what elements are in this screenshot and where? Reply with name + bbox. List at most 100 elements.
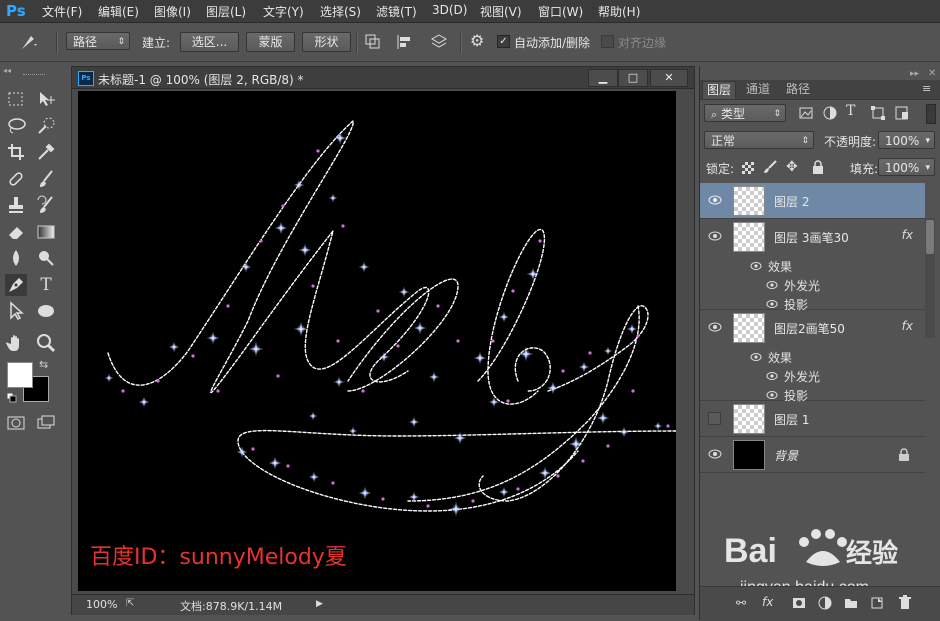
- adjustment-layer-icon[interactable]: [818, 596, 832, 610]
- filter-pixel-icon[interactable]: [798, 105, 814, 121]
- crop-tool-icon[interactable]: [5, 141, 27, 163]
- history-brush-tool-icon[interactable]: [35, 194, 57, 216]
- tab-channels[interactable]: 通道: [742, 81, 774, 98]
- pen-tool-preset-icon[interactable]: [18, 32, 40, 52]
- effect-outer-glow[interactable]: 外发光: [784, 277, 820, 294]
- make-mask-button[interactable]: 蒙版: [246, 32, 295, 52]
- layer-row-background[interactable]: 背景: [700, 437, 925, 473]
- panel-collapse-icon[interactable]: ▸▸: [910, 69, 919, 79]
- tab-paths[interactable]: 路径: [782, 81, 814, 98]
- lock-transparent-icon[interactable]: [742, 162, 754, 174]
- eye-icon[interactable]: [766, 279, 778, 289]
- eraser-tool-icon[interactable]: [5, 221, 27, 243]
- brush-tool-icon[interactable]: [35, 168, 57, 190]
- quick-selection-tool-icon[interactable]: [35, 115, 57, 137]
- menu-type[interactable]: 文字(Y): [263, 3, 304, 20]
- menu-filter[interactable]: 滤镜(T): [376, 3, 417, 20]
- pen-tool-icon[interactable]: [5, 274, 27, 296]
- layer-name[interactable]: 图层 2: [774, 193, 809, 210]
- eye-icon[interactable]: [708, 195, 722, 207]
- blur-tool-icon[interactable]: [5, 247, 27, 269]
- layer-row-layer-1[interactable]: 图层 1: [700, 401, 925, 437]
- layer-effects-badge[interactable]: fx: [902, 228, 913, 242]
- filter-shape-icon[interactable]: [870, 105, 886, 121]
- menu-window[interactable]: 窗口(W): [538, 3, 583, 20]
- eye-icon[interactable]: [766, 298, 778, 308]
- blend-mode-select[interactable]: 正常 ⇕: [704, 131, 814, 149]
- path-selection-tool-icon[interactable]: [5, 300, 27, 322]
- maximize-button[interactable]: □: [618, 69, 648, 87]
- new-layer-icon[interactable]: [870, 596, 884, 610]
- zoom-level[interactable]: 100%: [86, 598, 117, 611]
- layer-thumbnail[interactable]: [733, 222, 765, 252]
- zoom-tool-icon[interactable]: [35, 332, 57, 354]
- layer-name[interactable]: 图层2画笔50: [774, 320, 845, 337]
- menu-help[interactable]: 帮助(H): [598, 3, 640, 20]
- eye-icon[interactable]: [708, 231, 722, 243]
- gradient-tool-icon[interactable]: [35, 221, 57, 243]
- swap-colors-icon[interactable]: ⇆: [39, 358, 51, 371]
- eye-icon[interactable]: [750, 260, 762, 270]
- menu-file[interactable]: 文件(F): [42, 3, 82, 20]
- minimize-button[interactable]: ▁: [588, 69, 618, 87]
- document-title-bar[interactable]: Ps 未标题-1 @ 100% (图层 2, RGB/8) * ▁ □ ✕: [72, 67, 694, 89]
- foreground-color-swatch[interactable]: [7, 362, 33, 388]
- menu-edit[interactable]: 编辑(E): [98, 3, 139, 20]
- healing-brush-tool-icon[interactable]: [5, 168, 27, 190]
- screen-mode-icon[interactable]: [35, 412, 57, 434]
- marquee-tool-icon[interactable]: [5, 88, 27, 110]
- add-layer-style-icon[interactable]: fx: [762, 595, 778, 609]
- layer-thumbnail[interactable]: [733, 313, 765, 343]
- menu-layer[interactable]: 图层(L): [206, 3, 246, 20]
- layer-name[interactable]: 图层 1: [774, 411, 809, 428]
- tab-layers[interactable]: 图层: [702, 81, 737, 99]
- layers-scrollbar[interactable]: [925, 218, 935, 338]
- dodge-tool-icon[interactable]: [35, 247, 57, 269]
- clone-stamp-tool-icon[interactable]: [5, 194, 27, 216]
- filter-smart-object-icon[interactable]: [894, 105, 910, 121]
- layer-row-layer-3-brush30[interactable]: 图层 3画笔30 fx 效果 外发光 投影: [700, 219, 925, 312]
- move-tool-icon[interactable]: [35, 88, 57, 110]
- type-tool-icon[interactable]: T: [35, 274, 57, 296]
- lock-all-icon[interactable]: [810, 159, 826, 175]
- path-arrangement-icon[interactable]: [430, 33, 448, 51]
- eye-icon[interactable]: [750, 351, 762, 361]
- scrollbar-thumb[interactable]: [926, 220, 934, 254]
- panel-close-icon[interactable]: ✕: [928, 68, 936, 79]
- eye-icon[interactable]: [766, 370, 778, 380]
- path-alignment-icon[interactable]: [396, 33, 414, 51]
- hand-tool-icon[interactable]: [5, 332, 27, 354]
- menu-view[interactable]: 视图(V): [480, 3, 522, 20]
- status-menu-arrow-icon[interactable]: ▶: [316, 599, 326, 611]
- link-layers-icon[interactable]: ⚯: [736, 596, 752, 610]
- layer-thumbnail[interactable]: [733, 186, 765, 216]
- layer-row-layer2-brush50[interactable]: 图层2画笔50 fx 效果 外发光 投影: [700, 310, 925, 403]
- path-operations-icon[interactable]: [364, 33, 382, 51]
- menu-image[interactable]: 图像(I): [154, 3, 191, 20]
- opacity-input[interactable]: 100% ▾: [878, 131, 935, 149]
- layer-thumbnail[interactable]: [733, 440, 765, 470]
- eye-icon[interactable]: [766, 389, 778, 399]
- lasso-tool-icon[interactable]: [5, 115, 27, 137]
- mode-select[interactable]: 路径 ⇕: [66, 32, 130, 50]
- new-group-icon[interactable]: [844, 596, 858, 610]
- add-mask-icon[interactable]: [792, 596, 806, 610]
- delete-layer-icon[interactable]: [898, 595, 912, 610]
- document-canvas[interactable]: 百度ID：sunnyMelody夏: [78, 91, 676, 591]
- panel-menu-icon[interactable]: ≡: [922, 82, 931, 95]
- vertical-scrollbar[interactable]: [678, 91, 692, 591]
- filter-adjustment-icon[interactable]: [822, 105, 838, 121]
- close-button[interactable]: ✕: [650, 69, 688, 87]
- layer-name[interactable]: 图层 3画笔30: [774, 229, 849, 246]
- toolbox-grip[interactable]: [23, 74, 45, 78]
- ellipse-tool-icon[interactable]: [35, 300, 57, 322]
- lock-pixels-icon[interactable]: [762, 159, 778, 175]
- collapse-icon[interactable]: ◂◂: [3, 66, 66, 75]
- align-edges-checkbox[interactable]: [601, 35, 614, 48]
- filter-toggle[interactable]: [926, 104, 936, 124]
- gear-icon[interactable]: ⚙: [470, 32, 488, 50]
- filter-type-icon[interactable]: T: [846, 103, 862, 119]
- eye-icon[interactable]: [708, 322, 722, 334]
- menu-3d[interactable]: 3D(D): [432, 3, 467, 17]
- auto-add-delete-checkbox[interactable]: ✓: [497, 35, 510, 48]
